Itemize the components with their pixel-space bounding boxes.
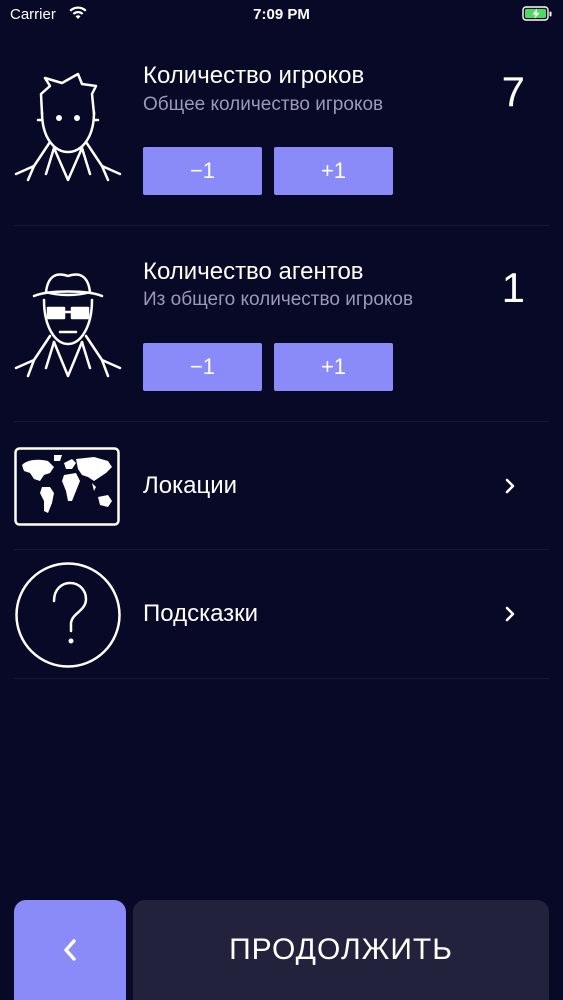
chevron-right-icon (505, 606, 515, 622)
back-button[interactable] (14, 900, 126, 1000)
continue-button[interactable]: ПРОДОЛЖИТЬ (133, 900, 549, 1000)
players-increment-button[interactable]: +1 (274, 147, 393, 195)
divider (14, 678, 549, 679)
chevron-right-icon (505, 478, 515, 494)
agents-title: Количество агентов (143, 258, 364, 285)
agents-subtitle: Из общего количество игроков (143, 289, 414, 310)
chevron-left-icon (64, 939, 76, 961)
hints-label: Подсказки (143, 600, 259, 627)
agents-decrement-button[interactable]: −1 (143, 343, 262, 391)
players-section: Количество игроков Общее количество игро… (0, 0, 563, 225)
players-subtitle: Общее количество игроков (143, 94, 384, 115)
spy-agent-icon (14, 273, 122, 378)
player-icon (14, 72, 122, 182)
world-map-icon (14, 447, 120, 526)
agents-section: Количество агентов Из общего количество … (0, 226, 563, 421)
question-icon (15, 562, 121, 668)
agents-count: 1 (501, 264, 525, 311)
locations-row[interactable]: Локации (0, 422, 563, 549)
locations-label: Локации (143, 472, 238, 499)
agents-increment-button[interactable]: +1 (274, 343, 393, 391)
players-title: Количество игроков (143, 62, 365, 89)
players-count: 7 (501, 68, 525, 115)
hints-row[interactable]: Подсказки (0, 550, 563, 678)
players-decrement-button[interactable]: −1 (143, 147, 262, 195)
